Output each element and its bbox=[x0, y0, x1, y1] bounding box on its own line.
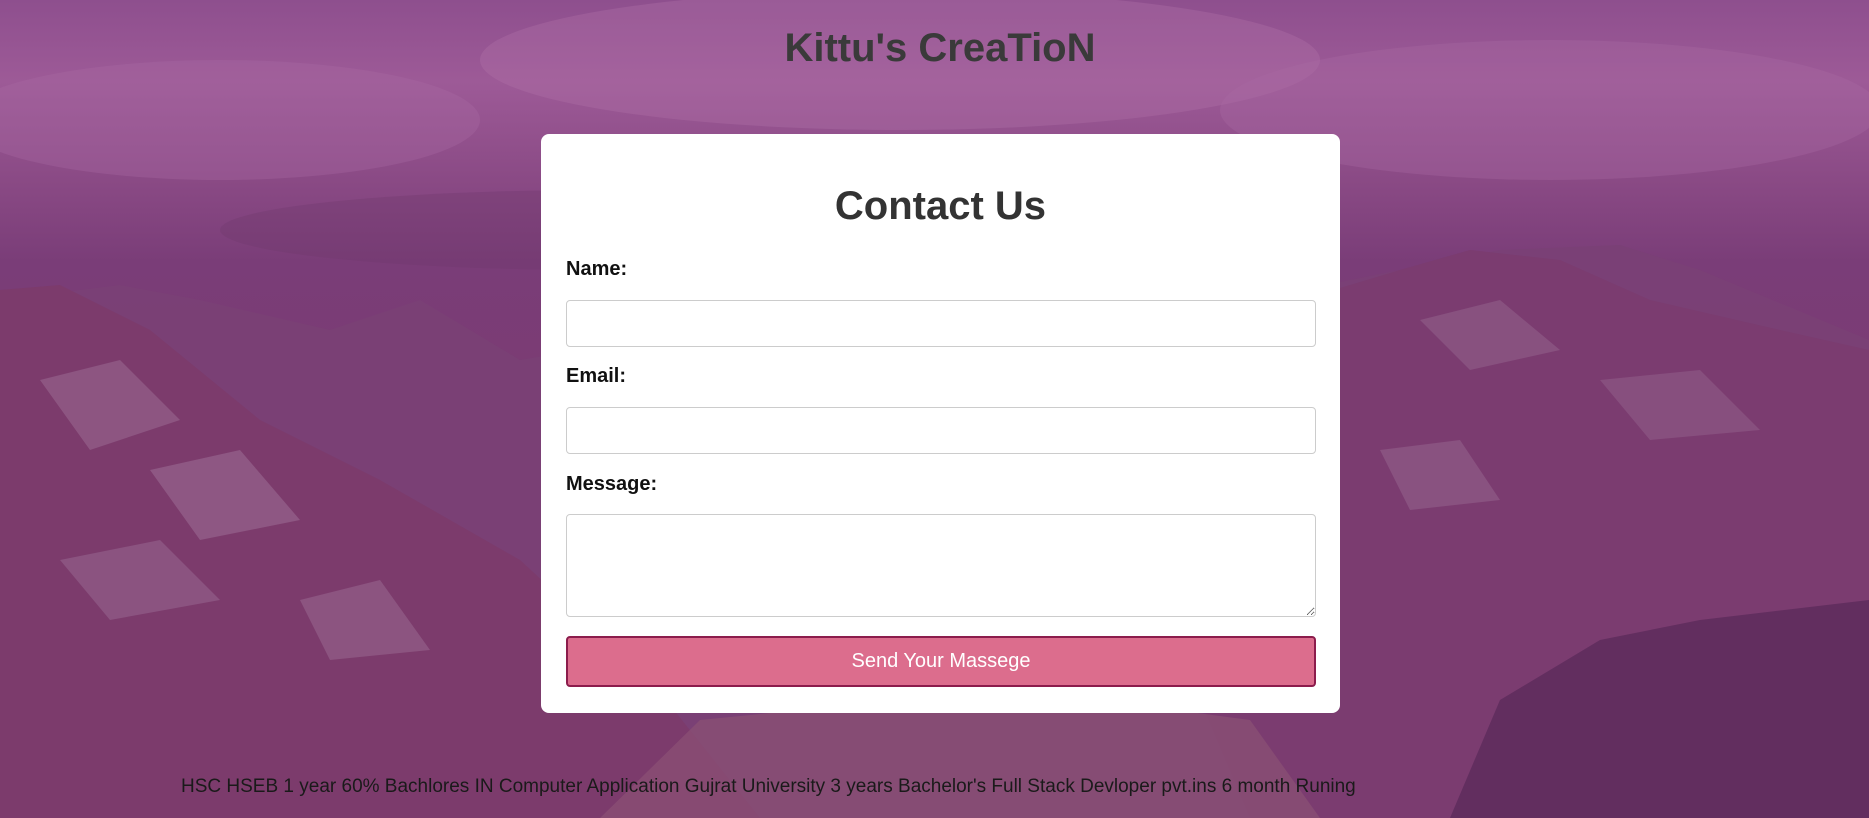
message-textarea[interactable] bbox=[566, 514, 1316, 617]
email-label: Email: bbox=[566, 365, 627, 387]
contact-form-card: Contact Us Name: Email: Message: Send Yo… bbox=[541, 134, 1340, 713]
contact-form-title: Contact Us bbox=[834, 184, 1047, 228]
footer-qualifications-text: HSC HSEB 1 year 60% Bachlores IN Compute… bbox=[181, 776, 1356, 797]
site-title: Kittu's CreaTioN bbox=[784, 26, 1096, 70]
name-input[interactable] bbox=[566, 300, 1316, 347]
send-message-button[interactable]: Send Your Massege bbox=[566, 636, 1316, 687]
message-label: Message: bbox=[566, 473, 658, 495]
name-label: Name: bbox=[566, 258, 628, 280]
email-input[interactable] bbox=[566, 407, 1316, 454]
